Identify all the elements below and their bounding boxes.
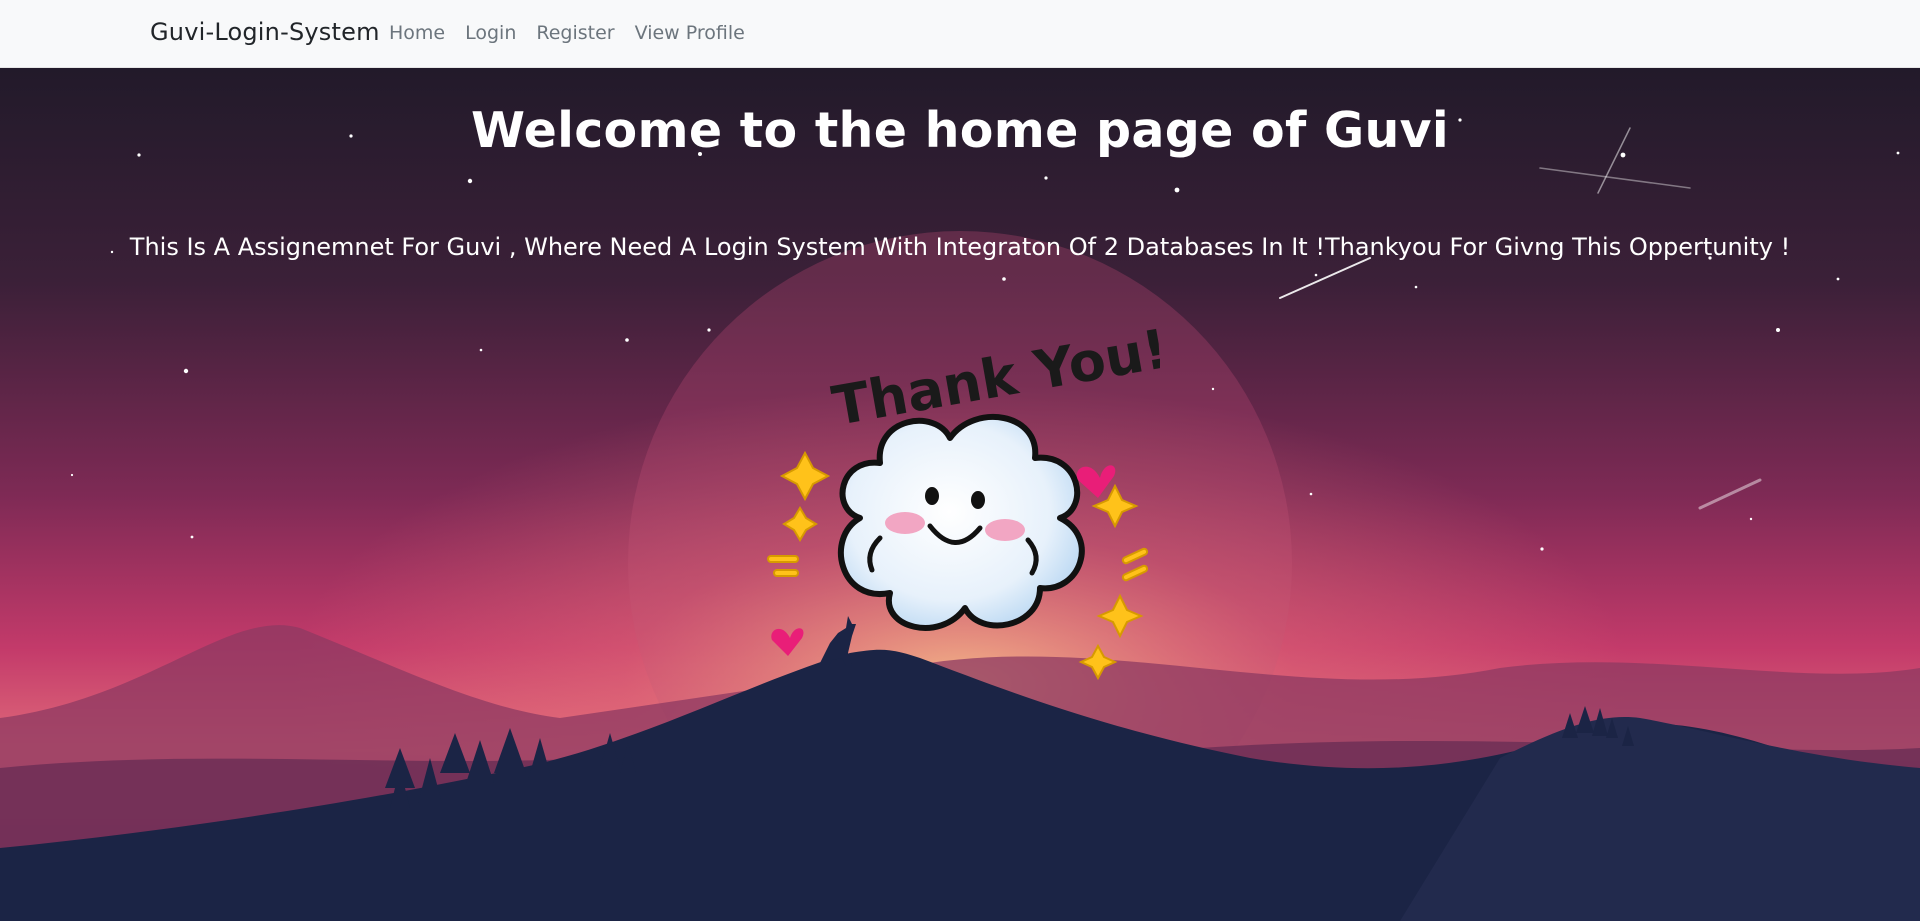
page-title: Welcome to the home page of Guvi [470,102,1450,159]
nav-home[interactable]: Home [389,22,445,44]
page-description: This Is A Assignemnet For Guvi , Where N… [129,233,1791,261]
nav-links: Home Login Register View Profile [389,22,745,44]
nav-view-profile[interactable]: View Profile [635,22,745,44]
nav-register[interactable]: Register [536,22,614,44]
navbar: Guvi-Login-System Home Login Register Vi… [0,0,1920,68]
brand-link[interactable]: Guvi-Login-System [150,18,380,46]
cloud-mascot [837,414,1085,631]
hero-section: Welcome to the home page of Guvi This Is… [0,68,1920,921]
thank-you-sticker: Thank You! [767,317,1160,681]
heart [771,628,804,656]
nav-login[interactable]: Login [465,22,516,44]
heart [1076,465,1116,498]
